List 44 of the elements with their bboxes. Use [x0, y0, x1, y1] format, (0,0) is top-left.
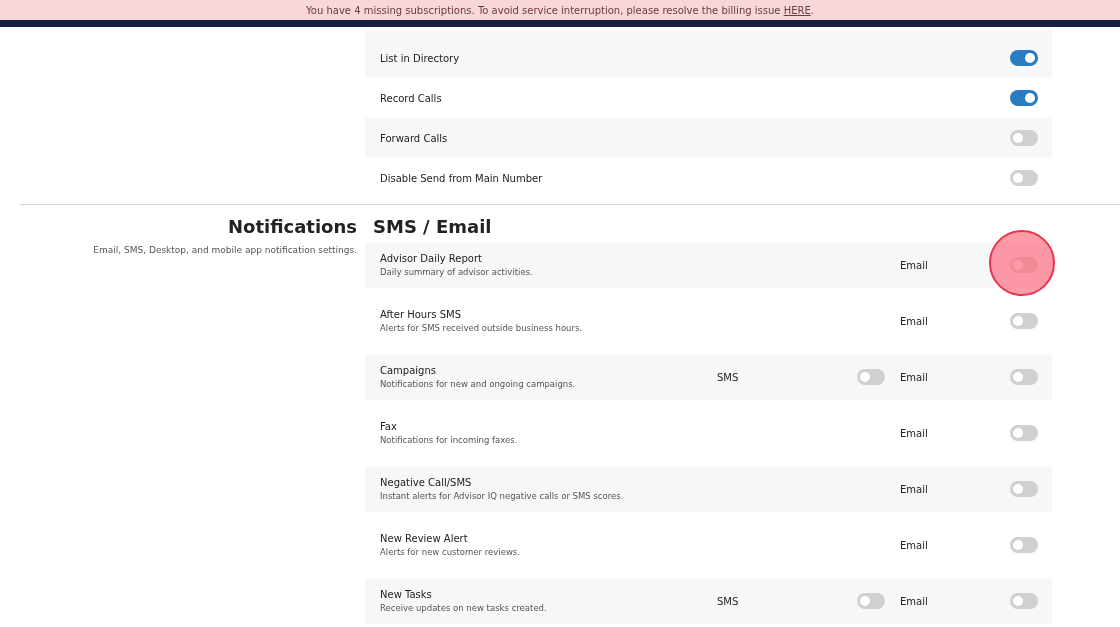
notification-description: Receive updates on new tasks created. — [380, 603, 548, 613]
notification-name: New Tasks — [380, 589, 433, 600]
channel-label: SMS — [717, 595, 739, 607]
setting-label: List in Directory — [380, 52, 460, 64]
toggle-switch[interactable] — [1010, 130, 1038, 146]
toggle-switch[interactable] — [1010, 593, 1038, 609]
channel-label: Email — [900, 315, 928, 327]
toggle-switch[interactable] — [1010, 90, 1038, 106]
channel-label: SMS — [717, 371, 739, 383]
channel-label: Email — [900, 483, 928, 495]
billing-link[interactable]: HERE — [783, 4, 811, 16]
toggle-switch[interactable] — [1010, 369, 1038, 385]
notification-name: Advisor Daily Report — [380, 253, 483, 264]
setting-label: Forward Calls — [380, 132, 448, 144]
toggle-switch[interactable] — [857, 593, 885, 609]
billing-warning-text: You have 4 missing subscriptions. To avoid service interruption, please resolve the billing issue HERE. — [306, 4, 814, 16]
toggle-switch[interactable] — [857, 369, 885, 385]
toggle-switch[interactable] — [1010, 313, 1038, 329]
notification-description: Alerts for SMS received outside business hours. — [380, 323, 584, 333]
toggle-switch[interactable] — [1010, 481, 1038, 497]
setting-label: Record Calls — [380, 92, 442, 104]
channel-label: Email — [900, 595, 928, 607]
setting-label: Disable Send from Main Number — [380, 172, 543, 184]
notification-name: Campaigns — [380, 365, 437, 376]
channel-label: Email — [900, 259, 928, 271]
notification-description: Alerts for new customer reviews. — [380, 547, 521, 557]
toggle-switch[interactable] — [1010, 50, 1038, 66]
notification-name: Negative Call/SMS — [380, 477, 473, 488]
section-subtitle: SMS / Email — [372, 215, 493, 239]
channel-label: Email — [900, 371, 928, 383]
section-description: Email, SMS, Desktop, and mobile app notification settings. — [92, 245, 357, 255]
notification-name: After Hours SMS — [380, 309, 462, 320]
toggle-switch[interactable] — [1010, 425, 1038, 441]
notification-description: Notifications for incoming faxes. — [380, 435, 519, 445]
toggle-switch[interactable] — [1010, 537, 1038, 553]
channel-label: Email — [900, 539, 928, 551]
notification-description: Instant alerts for Advisor IQ negative calls or SMS scores. — [380, 491, 625, 501]
notification-name: Fax — [380, 421, 398, 432]
section-title: Notifications — [226, 216, 357, 237]
notification-name: New Review Alert — [380, 533, 469, 544]
channel-label: Email — [900, 427, 928, 439]
notification-description: Notifications for new and ongoing campaigns. — [380, 379, 577, 389]
notification-description: Daily summary of advisor activities. — [380, 267, 534, 277]
toggle-switch[interactable] — [1010, 170, 1038, 186]
